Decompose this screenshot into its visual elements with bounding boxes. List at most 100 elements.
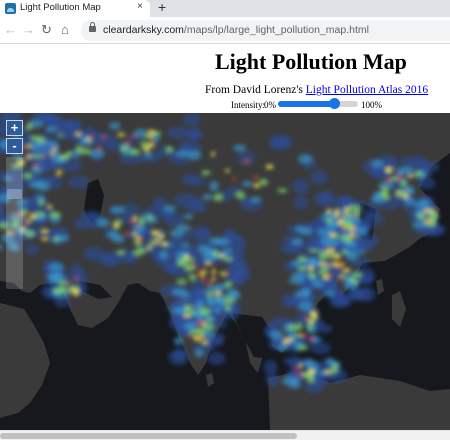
- very-high-light-patch: [408, 174, 414, 178]
- medium-light-patch: [202, 193, 213, 201]
- low-light-patch: [232, 271, 245, 287]
- zoom-slider-knob[interactable]: [7, 189, 22, 200]
- very-high-light-patch: [309, 311, 318, 317]
- low-light-patch: [292, 178, 310, 195]
- high-light-patch: [184, 304, 191, 312]
- high-light-patch: [49, 211, 61, 219]
- address-bar[interactable]: cleardarksky.com/maps/lp/large_light_pol…: [81, 20, 450, 41]
- high-light-patch: [120, 145, 130, 152]
- extreme-light-patch: [300, 371, 304, 375]
- medium-light-patch: [209, 181, 219, 192]
- very-high-light-patch: [40, 237, 48, 241]
- extreme-light-patch: [198, 319, 202, 323]
- extreme-light-patch: [201, 277, 206, 281]
- high-light-patch: [224, 304, 232, 312]
- forward-arrow-icon[interactable]: →: [22, 23, 35, 36]
- high-light-patch: [259, 178, 268, 186]
- very-high-light-patch: [68, 289, 74, 293]
- zoom-slider[interactable]: [6, 157, 23, 289]
- high-light-patch: [352, 271, 363, 278]
- africa-landmass: [0, 303, 50, 418]
- very-high-light-patch: [307, 318, 315, 324]
- extreme-light-patch: [124, 232, 130, 235]
- medium-light-patch: [163, 205, 176, 213]
- very-high-light-patch: [219, 271, 228, 276]
- home-icon[interactable]: ⌂: [61, 23, 69, 36]
- very-high-light-patch: [329, 232, 336, 237]
- lock-icon[interactable]: [89, 22, 96, 32]
- medium-light-patch: [298, 154, 313, 164]
- url-text[interactable]: cleardarksky.com/maps/lp/large_light_pol…: [103, 24, 369, 36]
- very-high-light-patch: [26, 154, 32, 160]
- high-light-patch: [382, 192, 390, 201]
- very-high-light-patch: [322, 274, 327, 279]
- high-light-patch: [138, 217, 146, 226]
- low-light-patch: [418, 177, 436, 190]
- very-high-light-patch: [201, 322, 207, 327]
- very-high-light-patch: [286, 338, 294, 342]
- medium-light-patch: [291, 238, 304, 246]
- url-host: cleardarksky.com: [103, 24, 184, 36]
- zoom-in-button[interactable]: +: [6, 120, 23, 136]
- medium-light-patch: [268, 330, 284, 340]
- map-canvas[interactable]: [0, 113, 450, 430]
- sri-lanka: [206, 373, 214, 387]
- high-light-patch: [25, 230, 36, 238]
- low-light-patch: [187, 126, 203, 141]
- medium-light-patch: [182, 323, 193, 330]
- credit-line: From David Lorenz's Light Pollution Atla…: [205, 84, 428, 96]
- back-arrow-icon[interactable]: ←: [4, 23, 17, 36]
- intensity-label: Intensity:: [231, 100, 265, 110]
- medium-light-patch: [325, 290, 335, 298]
- intensity-slider-thumb[interactable]: [329, 98, 340, 109]
- high-light-patch: [306, 324, 314, 331]
- medium-light-patch: [282, 376, 297, 386]
- taiwan-landmass: [376, 279, 384, 295]
- low-light-patch: [39, 113, 53, 125]
- extreme-light-patch: [196, 272, 200, 276]
- medium-light-patch: [195, 300, 205, 310]
- medium-light-patch: [241, 180, 253, 187]
- tab-close-icon[interactable]: ×: [137, 1, 143, 12]
- page-title: Light Pollution Map: [215, 49, 407, 74]
- low-light-patch: [54, 297, 71, 307]
- new-tab-button[interactable]: +: [158, 0, 166, 15]
- medium-light-patch: [171, 288, 187, 297]
- extreme-light-patch: [74, 277, 79, 281]
- medium-light-patch: [183, 213, 193, 220]
- extreme-light-patch: [66, 282, 71, 285]
- very-high-light-patch: [75, 132, 82, 136]
- light-pollution-map[interactable]: + -: [0, 113, 450, 430]
- high-light-patch: [297, 345, 309, 351]
- high-light-patch: [116, 249, 126, 255]
- horizontal-scrollbar-thumb[interactable]: [0, 433, 297, 439]
- low-light-patch: [41, 162, 55, 172]
- low-light-patch: [319, 191, 332, 206]
- very-high-light-patch: [183, 313, 191, 318]
- extreme-light-patch: [198, 269, 202, 272]
- very-high-light-patch: [183, 254, 190, 260]
- very-high-light-patch: [225, 169, 230, 173]
- extreme-light-patch: [397, 176, 403, 180]
- very-high-light-patch: [307, 370, 315, 375]
- high-light-patch: [188, 274, 197, 281]
- medium-light-patch: [371, 159, 384, 168]
- high-light-patch: [52, 237, 60, 242]
- tab-light-pollution-map[interactable]: Light Pollution Map ×: [0, 0, 150, 17]
- zoom-out-button[interactable]: -: [6, 138, 23, 154]
- extreme-light-patch: [124, 141, 130, 145]
- horizontal-scrollbar[interactable]: [0, 430, 450, 440]
- medium-light-patch: [311, 279, 324, 288]
- intensity-slider[interactable]: [278, 98, 358, 109]
- extreme-light-patch: [342, 271, 347, 274]
- extreme-light-patch: [212, 275, 216, 280]
- very-high-light-patch: [117, 132, 125, 137]
- url-path: /maps/lp/large_light_pollution_map.html: [183, 24, 369, 36]
- very-high-light-patch: [343, 207, 351, 212]
- extreme-light-patch: [326, 262, 330, 266]
- credit-prefix: From David Lorenz's: [205, 84, 306, 96]
- atlas-link[interactable]: Light Pollution Atlas 2016: [306, 84, 428, 96]
- reload-icon[interactable]: ↻: [41, 23, 52, 36]
- extreme-light-patch: [131, 219, 135, 224]
- extreme-light-patch: [211, 267, 216, 270]
